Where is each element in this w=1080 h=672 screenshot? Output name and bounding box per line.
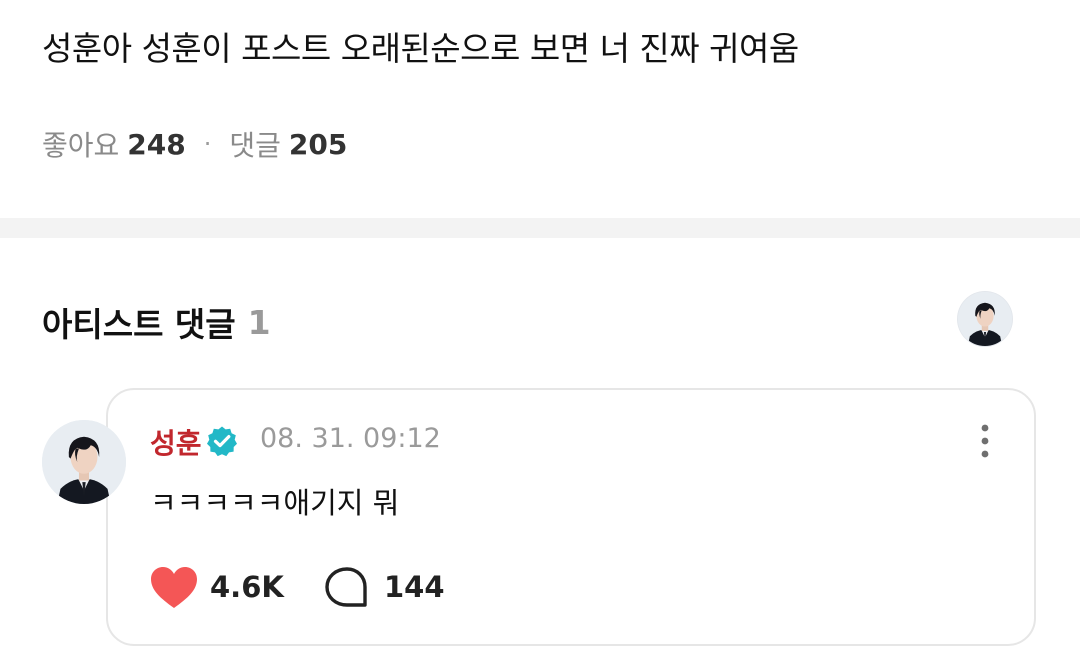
verified-check-icon	[207, 426, 237, 457]
stats-separator: ·	[203, 130, 212, 158]
comment-author-avatar[interactable]	[42, 420, 126, 504]
artist-comments-title: 아티스트 댓글	[42, 305, 236, 344]
likes-count: 248	[127, 127, 186, 161]
artist-avatar-small[interactable]	[958, 292, 1012, 346]
artist-comments-count: 1	[247, 302, 271, 342]
post-detail-page: 성훈아 성훈이 포스트 오래된순으로 보면 너 진짜 귀여움 좋아요 248 ·…	[0, 0, 1080, 672]
artist-comments-header: 아티스트 댓글 1	[42, 298, 271, 346]
comment-reply-count: 144	[384, 570, 445, 604]
comment-text: ㅋㅋㅋㅋㅋ애기지 뭐	[150, 486, 400, 520]
more-vertical-icon[interactable]	[970, 422, 1000, 460]
post-stats: 좋아요 248 · 댓글 205	[42, 124, 347, 164]
likes-label: 좋아요	[42, 129, 120, 162]
comment-like-count: 4.6K	[210, 570, 284, 604]
comments-count: 205	[288, 127, 348, 161]
heart-icon[interactable]	[150, 566, 198, 610]
comments-label: 댓글	[229, 129, 281, 162]
section-divider	[0, 218, 1080, 238]
comment-author-name[interactable]: 성훈	[150, 422, 202, 462]
post-title: 성훈아 성훈이 포스트 오래된순으로 보면 너 진짜 귀여움	[42, 29, 799, 68]
avatar-portrait-icon	[42, 420, 126, 504]
speech-bubble-icon[interactable]	[324, 566, 370, 610]
comment-date: 08. 31. 09:12	[260, 423, 441, 454]
avatar-portrait-icon	[958, 292, 1012, 346]
